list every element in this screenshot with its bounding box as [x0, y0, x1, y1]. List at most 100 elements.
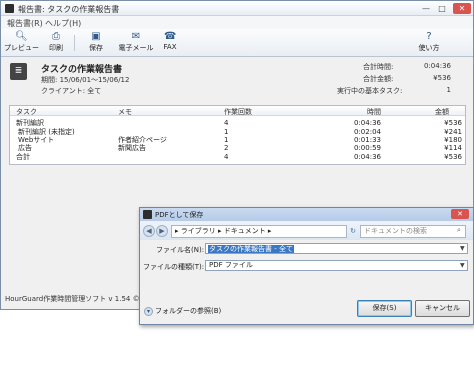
save-label: 保存 — [89, 44, 103, 52]
status-bar-text: HourGuard作業時間管理ソフト v 1.54 © — [5, 295, 140, 303]
filename-field[interactable]: タスクの作業報告書 - 全て ▼ — [205, 243, 468, 254]
cell-amount: ¥536 — [444, 153, 462, 161]
close-button[interactable]: ✕ — [453, 3, 471, 14]
envelope-icon: ✉ — [131, 31, 141, 42]
dialog-title: PDFとして保存 — [155, 211, 204, 219]
column-header-task[interactable]: タスク — [16, 107, 37, 117]
email-label: 電子メール — [118, 44, 154, 52]
summary-value-running-tasks: 1 — [446, 86, 451, 94]
help-button[interactable]: ? 使い方 — [416, 31, 442, 55]
dialog-app-icon — [143, 210, 152, 219]
maximize-button[interactable]: □ — [435, 3, 449, 14]
cell-time: 0:01:33 — [354, 136, 381, 144]
summary-label-total-time: 合計時間: — [363, 63, 394, 71]
browse-folders-label: フォルダーの参照(B) — [155, 307, 222, 315]
minimize-button[interactable]: — — [419, 3, 433, 14]
cell-count: 4 — [224, 153, 229, 161]
cell-task: 新刊編訳 (未指定) — [18, 128, 75, 136]
window-title: 報告書: タスクの作業報告書 — [18, 5, 120, 14]
browse-folders-toggle[interactable]: ▾ フォルダーの参照(B) — [144, 306, 221, 316]
chevron-down-icon[interactable]: ▼ — [460, 244, 465, 253]
cancel-button[interactable]: キャンセル — [415, 300, 470, 317]
howto-label: 使い方 — [418, 44, 440, 52]
dialog-title-bar: PDFとして保存 ✕ — [140, 208, 473, 221]
magnifier-icon: 🔍︎ — [15, 31, 28, 42]
cell-count: 1 — [224, 128, 229, 136]
breadcrumb[interactable]: ▸ ライブラリ ▸ ドキュメント ▸ — [171, 225, 347, 238]
cell-time: 0:00:59 — [354, 144, 381, 152]
summary-label-total-amount: 合計金額: — [363, 75, 394, 83]
dialog-navigation-bar: ◀ ▶ ▸ ライブラリ ▸ ドキュメント ▸ ↻ ドキュメントの検索 ⌕ — [140, 222, 473, 240]
search-input[interactable]: ドキュメントの検索 — [360, 225, 466, 238]
print-label: 印刷 — [49, 44, 63, 52]
chevron-down-icon[interactable]: ▼ — [460, 261, 465, 270]
table-row-total[interactable]: 合計 4 0:04:36 ¥536 — [10, 153, 465, 161]
cell-task: 新刊編訳 — [16, 119, 44, 127]
help-icon: ? — [426, 31, 432, 42]
report-title: タスクの作業報告書 — [41, 65, 123, 75]
cell-memo: 新聞広告 — [118, 144, 146, 152]
cell-amount: ¥241 — [444, 128, 462, 136]
report-client: クライアント: 全て — [41, 87, 102, 95]
preview-label: プレビュー — [4, 44, 39, 52]
floppy-disk-icon: ▣ — [91, 31, 101, 42]
filetype-select[interactable]: PDF ファイル ▼ — [205, 260, 468, 271]
save-button[interactable]: 保存(S) — [357, 300, 412, 317]
back-arrow-icon[interactable]: ◀ — [143, 225, 155, 237]
filetype-value: PDF ファイル — [209, 261, 253, 269]
cell-count: 4 — [224, 119, 229, 127]
summary-value-total-amount: ¥536 — [433, 74, 451, 82]
printer-icon: ⎙ — [52, 31, 60, 42]
column-header-count[interactable]: 作業回数 — [224, 107, 252, 117]
table-row[interactable]: 広告 新聞広告 2 0:00:59 ¥114 — [10, 144, 465, 152]
filetype-label: ファイルの種類(T): — [143, 263, 205, 271]
summary-value-total-time: 0:04:36 — [424, 62, 451, 70]
cell-amount: ¥180 — [444, 136, 462, 144]
menu-report[interactable]: 報告書(R) — [7, 18, 43, 29]
filename-label: ファイル名(N): — [156, 246, 205, 254]
table-row[interactable]: 新刊編訳 (未指定) 1 0:02:04 ¥241 — [10, 128, 465, 136]
expand-chevron-icon: ▾ — [144, 306, 153, 316]
forward-arrow-icon[interactable]: ▶ — [156, 225, 168, 237]
summary-label-running-tasks: 実行中の基本タスク: — [337, 87, 403, 95]
cell-time: 0:04:36 — [354, 119, 381, 127]
report-table: タスク メモ 作業回数 時間 金額 新刊編訳 4 0:04:36 ¥536 新刊… — [9, 105, 466, 165]
preview-button[interactable]: 🔍︎ プレビュー — [4, 31, 39, 55]
toolbar-separator — [74, 35, 75, 51]
save-as-pdf-dialog: PDFとして保存 ✕ ◀ ▶ ▸ ライブラリ ▸ ドキュメント ▸ ↻ ドキュメ… — [139, 207, 474, 325]
cell-amount: ¥114 — [444, 144, 462, 152]
email-button[interactable]: ✉ 電子メール — [116, 31, 156, 55]
cell-count: 1 — [224, 136, 229, 144]
cell-amount: ¥536 — [444, 119, 462, 127]
save-toolbar-button[interactable]: ▣ 保存 — [84, 31, 108, 55]
report-header: ≣ タスクの作業報告書 期間: 15/06/01〜15/06/12 クライアント… — [1, 58, 473, 103]
title-bar: 報告書: タスクの作業報告書 — □ ✕ — [1, 1, 473, 16]
column-header-time[interactable]: 時間 — [367, 107, 381, 117]
toolbar: 🔍︎ プレビュー ⎙ 印刷 ▣ 保存 ✉ 電子メール ☎ FAX ? 使い方 — [1, 29, 473, 57]
menu-bar: 報告書(R) ヘルプ(H) — [1, 16, 473, 29]
filename-value: タスクの作業報告書 - 全て — [208, 245, 294, 253]
fax-machine-icon: ☎ — [164, 31, 177, 42]
column-header-memo[interactable]: メモ — [118, 107, 132, 117]
menu-help[interactable]: ヘルプ(H) — [45, 18, 81, 29]
report-icon: ≣ — [10, 63, 27, 80]
cell-time: 0:04:36 — [354, 153, 381, 161]
cell-task: 広告 — [18, 144, 32, 152]
fax-label: FAX — [163, 43, 177, 51]
app-icon — [5, 4, 14, 13]
cell-task: Webサイト — [18, 136, 55, 144]
cell-count: 2 — [224, 144, 229, 152]
table-row[interactable]: 新刊編訳 4 0:04:36 ¥536 — [10, 119, 465, 127]
column-header-amount[interactable]: 金額 — [435, 107, 449, 117]
table-row[interactable]: Webサイト 作者紹介ページ 1 0:01:33 ¥180 — [10, 136, 465, 144]
refresh-icon[interactable]: ↻ — [348, 225, 358, 238]
report-period: 期間: 15/06/01〜15/06/12 — [41, 76, 130, 84]
cell-time: 0:02:04 — [354, 128, 381, 136]
table-header: タスク メモ 作業回数 時間 金額 — [10, 106, 465, 116]
dialog-close-button[interactable]: ✕ — [451, 209, 469, 219]
cell-memo: 作者紹介ページ — [118, 136, 167, 144]
search-icon: ⌕ — [457, 226, 461, 234]
cell-task: 合計 — [16, 153, 30, 161]
print-button[interactable]: ⎙ 印刷 — [44, 31, 68, 55]
fax-button[interactable]: ☎ FAX — [158, 31, 182, 55]
